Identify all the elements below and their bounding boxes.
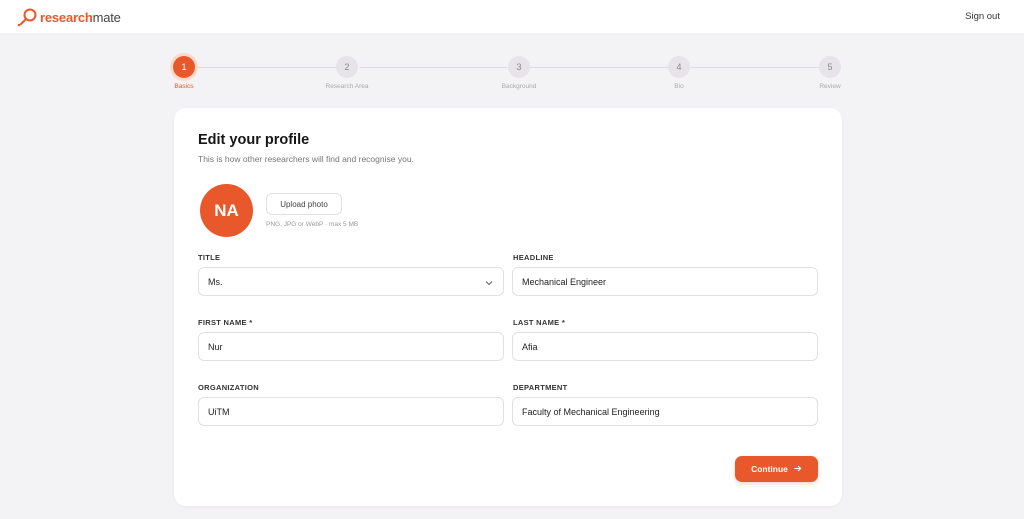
brand-name-research: research bbox=[40, 9, 93, 25]
page-subtitle: This is how other researchers will find … bbox=[198, 154, 414, 164]
upload-photo-button[interactable]: Upload photo bbox=[266, 193, 342, 215]
first-name-label: FIRST NAME * bbox=[198, 318, 253, 327]
brand-name-mate: mate bbox=[92, 9, 121, 25]
top-bar: researchmate Sign out bbox=[0, 0, 1024, 33]
step-connector bbox=[691, 67, 819, 68]
department-field[interactable]: Faculty of Mechanical Engineering bbox=[512, 397, 818, 426]
step-bio[interactable]: 4 Bio bbox=[668, 56, 690, 90]
step-review[interactable]: 5 Review bbox=[819, 56, 841, 90]
brand-logo[interactable]: researchmate bbox=[17, 7, 121, 27]
step-number: 3 bbox=[508, 56, 530, 78]
step-number: 4 bbox=[668, 56, 690, 78]
title-label: TITLE bbox=[198, 253, 221, 262]
first-name-field[interactable]: Nur bbox=[198, 332, 504, 361]
first-name-value: Nur bbox=[208, 341, 223, 352]
profile-card: Edit your profile This is how other rese… bbox=[174, 108, 842, 506]
headline-label: HEADLINE bbox=[513, 253, 554, 262]
step-label: Review bbox=[819, 83, 841, 90]
department-value: Faculty of Mechanical Engineering bbox=[522, 406, 660, 417]
last-name-value: Afia bbox=[522, 341, 538, 352]
step-number: 1 bbox=[173, 56, 195, 78]
last-name-label: LAST NAME * bbox=[513, 318, 566, 327]
last-name-field[interactable]: Afia bbox=[512, 332, 818, 361]
title-select[interactable]: Ms. bbox=[198, 267, 504, 296]
department-label: DEPARTMENT bbox=[513, 383, 568, 392]
step-label: Background bbox=[501, 83, 537, 90]
continue-button[interactable]: Continue bbox=[735, 456, 818, 482]
continue-label: Continue bbox=[751, 464, 788, 474]
step-connector bbox=[360, 67, 507, 68]
step-connector bbox=[195, 67, 348, 68]
title-select-value: Ms. bbox=[208, 276, 223, 287]
organization-field[interactable]: UiTM bbox=[198, 397, 504, 426]
step-connector bbox=[529, 67, 669, 68]
sign-out-link[interactable]: Sign out bbox=[965, 11, 1000, 22]
arrow-right-icon bbox=[794, 464, 802, 474]
step-label: Research Area bbox=[325, 83, 369, 90]
avatar: NA bbox=[200, 184, 253, 237]
step-label: Basics bbox=[174, 83, 194, 90]
chevron-down-icon bbox=[485, 278, 493, 288]
headline-field[interactable]: Mechanical Engineer bbox=[512, 267, 818, 296]
step-basics[interactable]: 1 Basics bbox=[173, 56, 195, 90]
step-research-area[interactable]: 2 Research Area bbox=[326, 56, 369, 90]
upload-hint: PNG, JPG or WebP · max 5 MB bbox=[266, 221, 359, 228]
headline-value: Mechanical Engineer bbox=[522, 276, 607, 287]
step-label: Bio bbox=[674, 83, 684, 90]
magnifier-logo-icon bbox=[17, 7, 39, 27]
step-number: 2 bbox=[336, 56, 358, 78]
organization-value: UiTM bbox=[208, 406, 230, 417]
page-title: Edit your profile bbox=[198, 132, 310, 148]
step-background[interactable]: 3 Background bbox=[502, 56, 536, 90]
organization-label: ORGANIZATION bbox=[198, 383, 259, 392]
step-number: 5 bbox=[819, 56, 841, 78]
progress-stepper: 1 Basics 2 Research Area 3 Background 4 … bbox=[173, 56, 843, 96]
